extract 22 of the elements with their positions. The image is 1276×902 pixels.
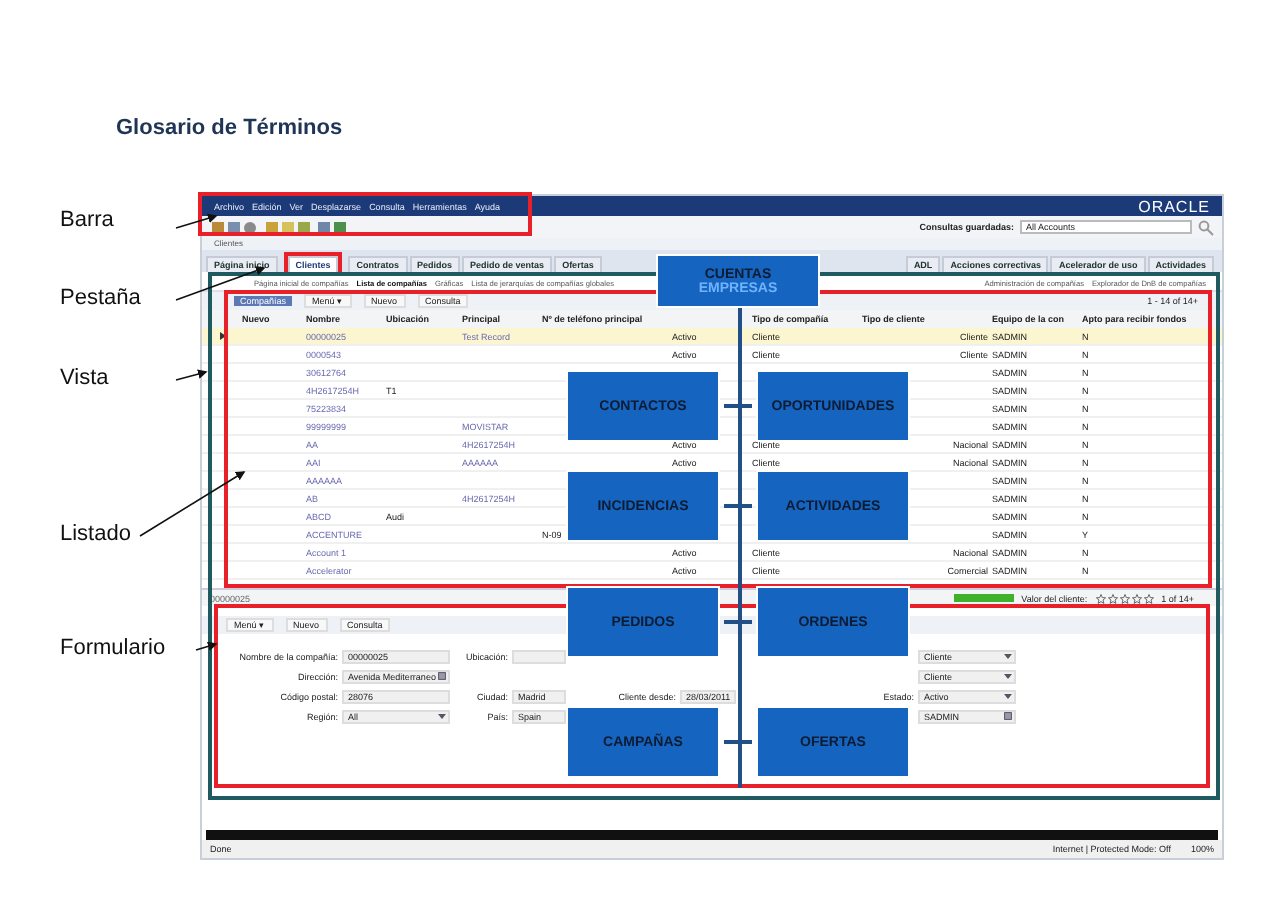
leader-line: [175, 213, 218, 229]
current-row-icon: [219, 332, 225, 340]
toolbar-icons-drawing[interactable]: [210, 219, 350, 235]
leader-line: [175, 369, 208, 381]
leader-line: [195, 641, 218, 651]
caret-icon[interactable]: [1004, 692, 1012, 700]
callout-label: Formulario: [60, 636, 166, 660]
caret-icon[interactable]: [1004, 672, 1012, 680]
picker-icon[interactable]: [1004, 712, 1012, 720]
logo: ORACLE: [1138, 197, 1210, 215]
caret-icon[interactable]: [438, 712, 446, 720]
search-icon[interactable]: [1198, 219, 1214, 235]
input-field[interactable]: [512, 649, 566, 663]
caret-icon[interactable]: [1004, 652, 1012, 660]
leader-line: [139, 471, 246, 537]
callout-label: Listado: [60, 522, 131, 546]
picker-icon[interactable]: [438, 672, 446, 680]
callout-label: Vista: [60, 366, 109, 390]
slide-title: Glosario de Términos: [116, 116, 343, 140]
callout-label: Pestaña: [60, 286, 141, 310]
horizontal-scrollbar[interactable]: [206, 830, 1218, 840]
callout-label: Barra: [60, 208, 114, 232]
